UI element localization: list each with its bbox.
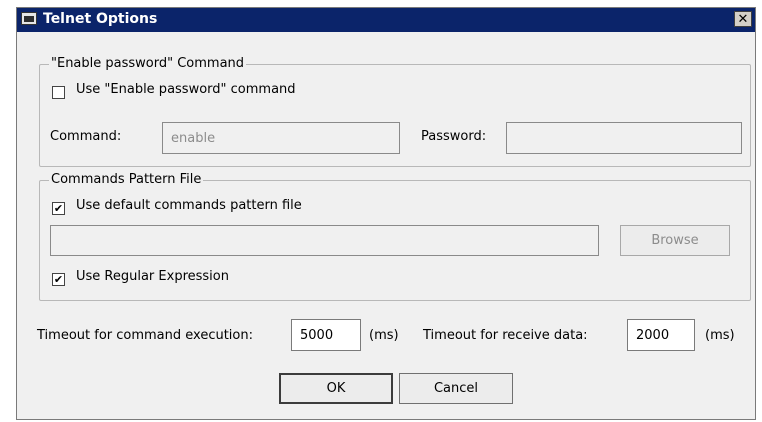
check-icon: ✔ (53, 273, 64, 286)
receive-timeout-input[interactable]: 2000 (627, 319, 695, 351)
command-input-value: enable (171, 130, 216, 146)
command-timeout-input[interactable]: 5000 (291, 319, 361, 351)
enable-password-group-legend: "Enable password" Command (49, 56, 247, 71)
enable-password-checkbox-label[interactable]: Use "Enable password" command (76, 82, 296, 97)
commands-pattern-group: Commands Pattern File ✔ Use default comm… (39, 172, 751, 301)
window-icon (21, 12, 37, 25)
commands-pattern-group-legend: Commands Pattern File (49, 172, 204, 187)
check-icon: ✔ (53, 202, 64, 215)
close-icon: ✕ (737, 11, 749, 27)
command-timeout-unit: (ms) (369, 328, 399, 343)
command-timeout-value: 5000 (300, 327, 334, 343)
receive-timeout-unit: (ms) (705, 328, 735, 343)
enable-password-checkbox[interactable] (52, 86, 65, 99)
ok-button[interactable]: OK (279, 373, 393, 404)
command-timeout-label: Timeout for command execution: (37, 328, 253, 343)
password-input[interactable] (506, 122, 742, 154)
regex-checkbox-label[interactable]: Use Regular Expression (76, 269, 229, 284)
command-input[interactable]: enable (162, 122, 400, 154)
regex-checkbox[interactable]: ✔ (52, 273, 65, 286)
enable-password-group: "Enable password" Command Use "Enable pa… (39, 56, 751, 167)
password-label: Password: (421, 129, 487, 144)
pattern-file-path-input[interactable] (50, 225, 599, 256)
close-button[interactable]: ✕ (734, 11, 752, 27)
telnet-options-dialog: Telnet Options ✕ "Enable password" Comma… (16, 7, 756, 420)
command-label: Command: (50, 129, 122, 144)
receive-timeout-value: 2000 (636, 327, 670, 343)
cancel-button[interactable]: Cancel (399, 373, 513, 404)
window-title: Telnet Options (43, 11, 158, 27)
default-pattern-checkbox-label[interactable]: Use default commands pattern file (76, 198, 302, 213)
default-pattern-checkbox[interactable]: ✔ (52, 202, 65, 215)
receive-timeout-label: Timeout for receive data: (423, 328, 588, 343)
browse-button[interactable]: Browse (620, 225, 730, 256)
title-bar[interactable]: Telnet Options ✕ (17, 8, 755, 32)
